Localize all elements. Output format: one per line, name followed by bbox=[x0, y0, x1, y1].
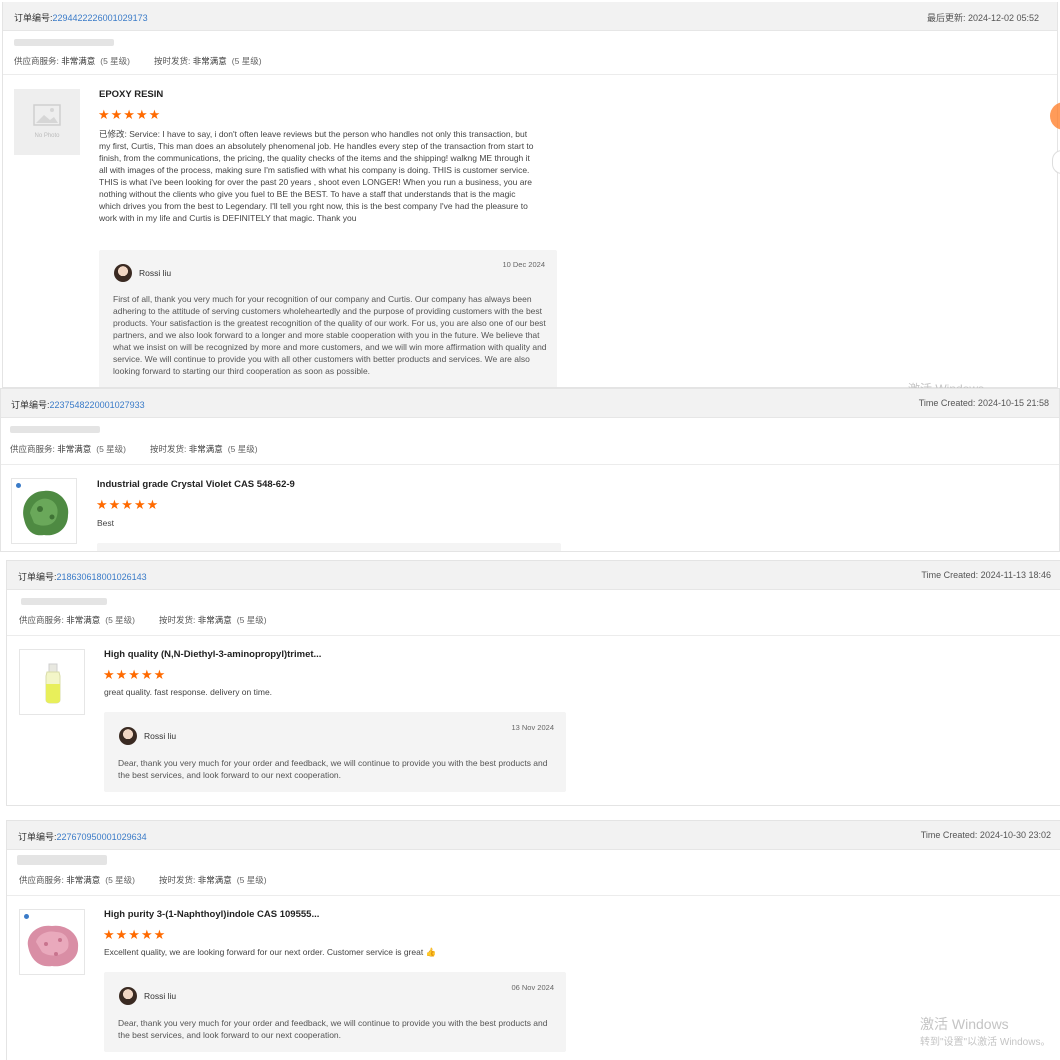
review-text: Best bbox=[97, 518, 115, 528]
card-header: 订单编号:2237548220001027933 Time Created: 2… bbox=[1, 389, 1059, 418]
windows-watermark-subtitle: 转到"设置"以激活 Windows。 bbox=[920, 1037, 1051, 1048]
reply-author: Rossi liu bbox=[139, 268, 172, 278]
seller-reply-partial bbox=[97, 543, 561, 551]
satisfaction-row: 供应商服务: 非常满意 (5 星级) 按时发货: 非常满意 (5 星级) bbox=[14, 56, 262, 66]
reply-date: 13 Nov 2024 bbox=[511, 723, 554, 732]
buyer-name-redacted bbox=[21, 598, 107, 605]
divider bbox=[1, 464, 1059, 465]
time-created: Time Created: 2024-10-15 21:58 bbox=[918, 398, 1049, 408]
time-created: Time Created: 2024-11-13 18:46 bbox=[921, 570, 1051, 580]
star-rating: ★★★★★ bbox=[98, 107, 162, 122]
order-number: 订单编号:218630618001026143 bbox=[18, 572, 147, 582]
no-photo-label: No Photo bbox=[34, 133, 60, 139]
review-card-2: 订单编号:2237548220001027933 Time Created: 2… bbox=[0, 388, 1060, 552]
buyer-name-redacted bbox=[17, 855, 107, 865]
product-thumbnail[interactable] bbox=[11, 478, 77, 544]
star-rating: ★★★★★ bbox=[103, 667, 167, 682]
reply-author: Rossi liu bbox=[144, 991, 177, 1001]
card-header: 订单编号:218630618001026143 Time Created: 20… bbox=[7, 561, 1060, 590]
satisfaction-row: 供应商服务: 非常满意 (5 星级) 按时发货: 非常满意 (5 星级) bbox=[19, 615, 267, 625]
product-title[interactable]: High quality (N,N-Diethyl-3-aminopropyl)… bbox=[104, 649, 321, 660]
reply-date: 06 Nov 2024 bbox=[511, 983, 554, 992]
star-rating: ★★★★★ bbox=[103, 927, 167, 942]
review-text: 已修改: Service: I have to say, i don't oft… bbox=[99, 129, 534, 223]
review-card-3: 订单编号:218630618001026143 Time Created: 20… bbox=[6, 560, 1060, 806]
buyer-name-redacted bbox=[14, 39, 114, 46]
reply-text: Dear, thank you very much for your order… bbox=[118, 758, 548, 780]
order-number-link[interactable]: 227670950001029634 bbox=[57, 832, 147, 842]
divider bbox=[7, 895, 1060, 896]
avatar bbox=[114, 264, 132, 282]
product-title[interactable]: Industrial grade Crystal Violet CAS 548-… bbox=[97, 479, 295, 490]
satisfaction-row: 供应商服务: 非常满意 (5 星级) 按时发货: 非常满意 (5 星级) bbox=[19, 875, 267, 885]
product-thumbnail[interactable] bbox=[19, 649, 85, 715]
product-title[interactable]: High purity 3-(1-Naphthoyl)indole CAS 10… bbox=[104, 909, 319, 920]
product-image bbox=[27, 925, 79, 967]
divider bbox=[7, 635, 1060, 636]
product-image bbox=[23, 490, 69, 536]
review-text: Excellent quality, we are looking forwar… bbox=[104, 947, 437, 957]
product-title[interactable]: EPOXY RESIN bbox=[99, 89, 163, 100]
product-thumbnail[interactable]: No Photo bbox=[14, 89, 80, 155]
star-rating: ★★★★★ bbox=[96, 497, 160, 512]
image-placeholder-icon bbox=[33, 104, 61, 126]
seller-reply: Rossi liu 10 Dec 2024 First of all, than… bbox=[99, 250, 557, 387]
satisfaction-row: 供应商服务: 非常满意 (5 星级) 按时发货: 非常满意 (5 星级) bbox=[10, 444, 258, 454]
order-number-link[interactable]: 2237548220001027933 bbox=[50, 400, 145, 410]
review-text: great quality. fast response. delivery o… bbox=[104, 687, 273, 697]
last-updated: 最后更新: 2024-12-02 05:52 bbox=[926, 13, 1039, 23]
order-number-link[interactable]: 218630618001026143 bbox=[57, 572, 147, 582]
review-card-4: 订单编号:227670950001029634 Time Created: 20… bbox=[6, 820, 1060, 1060]
avatar bbox=[119, 987, 137, 1005]
seller-reply: Rossi liu 06 Nov 2024 Dear, thank you ve… bbox=[104, 972, 566, 1052]
card-header: 订单编号:227670950001029634 Time Created: 20… bbox=[7, 821, 1060, 850]
order-number: 订单编号:2294422226001029173 bbox=[14, 13, 148, 23]
reply-date: 10 Dec 2024 bbox=[502, 260, 545, 269]
divider bbox=[3, 74, 1057, 75]
order-number: 订单编号:227670950001029634 bbox=[18, 832, 147, 842]
windows-watermark-title: 激活 Windows bbox=[920, 1016, 1009, 1032]
review-card-1: 订单编号:2294422226001029173 最后更新: 2024-12-0… bbox=[2, 2, 1058, 388]
product-thumbnail[interactable] bbox=[19, 909, 85, 975]
avatar bbox=[119, 727, 137, 745]
product-image bbox=[45, 663, 61, 704]
reply-text: First of all, thank you very much for yo… bbox=[113, 294, 547, 376]
reply-text: Dear, thank you very much for your order… bbox=[118, 1018, 548, 1040]
card-header: 订单编号:2294422226001029173 最后更新: 2024-12-0… bbox=[3, 2, 1057, 31]
buyer-name-redacted bbox=[10, 426, 100, 433]
reply-author: Rossi liu bbox=[144, 731, 177, 741]
order-number: 订单编号:2237548220001027933 bbox=[11, 400, 145, 410]
seller-reply: Rossi liu 13 Nov 2024 Dear, thank you ve… bbox=[104, 712, 566, 792]
time-created: Time Created: 2024-10-30 23:02 bbox=[920, 830, 1051, 840]
order-number-link[interactable]: 2294422226001029173 bbox=[53, 13, 148, 23]
